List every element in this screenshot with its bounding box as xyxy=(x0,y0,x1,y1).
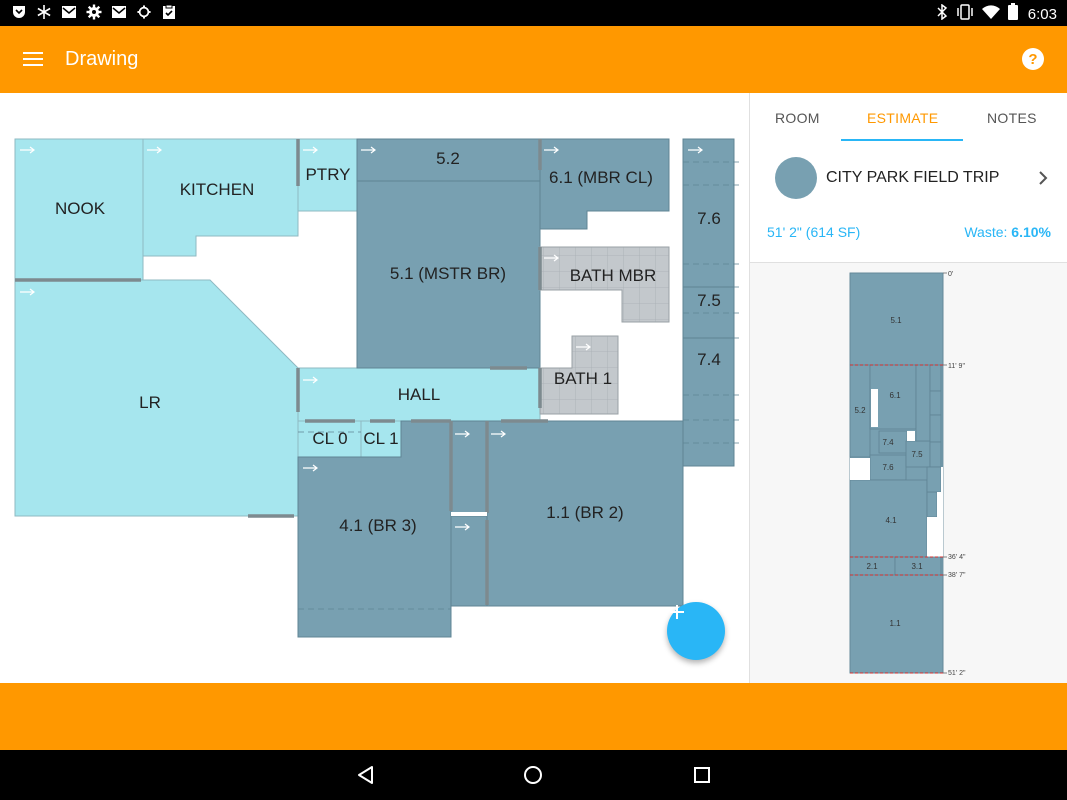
project-selector[interactable]: CITY PARK FIELD TRIP xyxy=(750,148,1067,208)
room-label-bath-1: BATH 1 xyxy=(554,369,612,388)
clipboard-check-icon xyxy=(160,3,177,20)
bluetooth-icon xyxy=(936,3,948,25)
room-label-ptry: PTRY xyxy=(305,165,350,184)
bottom-toolbar xyxy=(0,683,1067,750)
clock: 6:03 xyxy=(1027,5,1057,23)
help-circle-icon[interactable]: ? xyxy=(1021,47,1045,71)
preview-label-7-4: 7.4 xyxy=(882,438,894,447)
room-label-4-1: 4.1 (BR 3) xyxy=(339,516,416,535)
floor-plan-canvas[interactable]: NOOK KITCHEN PTRY 5.2 6.1 (MBR CL) 5.1 (… xyxy=(0,93,749,683)
room-label-hall: HALL xyxy=(398,385,441,404)
room-label-7-4: 7.4 xyxy=(697,350,721,369)
gmail-icon xyxy=(110,3,127,20)
room-label-5-1: 5.1 (MSTR BR) xyxy=(390,264,506,283)
length-summary: 51' 2" (614 SF) xyxy=(767,224,861,240)
chevron-right-icon xyxy=(1038,170,1048,191)
battery-icon xyxy=(1007,3,1018,25)
pocket-icon xyxy=(10,3,27,20)
waste-value: 6.10% xyxy=(1011,224,1051,240)
toolbar-title: Drawing xyxy=(65,48,139,70)
cut-layout-preview[interactable]: 5.1 6.1 5.2 7.4 7.5 7.6 4.1 2.1 3.1 1.1 … xyxy=(750,263,1067,683)
home-icon[interactable] xyxy=(521,763,545,787)
preview-label-7-5: 7.5 xyxy=(911,450,923,459)
preview-label-4-1: 4.1 xyxy=(885,516,897,525)
back-icon[interactable] xyxy=(354,763,378,787)
room-label-lr: LR xyxy=(139,393,161,412)
room-hall-closet-2[interactable] xyxy=(450,515,488,607)
preview-tick-2: 36' 4" xyxy=(948,554,966,561)
side-panel: ROOM ESTIMATE NOTES CITY PARK FIELD TRIP… xyxy=(749,93,1067,683)
status-bar: 6:03 xyxy=(0,0,1067,26)
room-label-7-6: 7.6 xyxy=(697,209,721,228)
notification-icons xyxy=(10,3,177,20)
tab-indicator xyxy=(841,139,963,141)
preview-label-5-2: 5.2 xyxy=(854,406,866,415)
preview-tick-3: 38' 7" xyxy=(948,572,966,579)
preview-label-5-1: 5.1 xyxy=(890,316,902,325)
vibrate-icon xyxy=(956,3,974,25)
preview-tick-1: 11' 9" xyxy=(948,363,965,370)
room-hall-closet[interactable] xyxy=(450,420,488,514)
svg-text:?: ? xyxy=(1028,51,1037,68)
room-label-kitchen: KITCHEN xyxy=(180,180,255,199)
settings-icon xyxy=(85,3,102,20)
project-name: CITY PARK FIELD TRIP xyxy=(826,169,1000,186)
room-label-bath-mbr: BATH MBR xyxy=(570,266,657,285)
preview-tick-4: 51' 2" xyxy=(948,670,966,677)
recents-icon[interactable] xyxy=(690,763,714,787)
wifi-icon xyxy=(981,4,1000,25)
hamburger-menu-icon[interactable] xyxy=(14,40,52,78)
snowflake-icon xyxy=(35,3,52,20)
gmail-icon xyxy=(60,3,77,20)
add-room-button[interactable] xyxy=(667,602,725,660)
preview-label-7-6: 7.6 xyxy=(882,463,894,472)
add-icon xyxy=(670,605,684,619)
tab-room[interactable]: ROOM xyxy=(775,110,820,126)
side-tabs: ROOM ESTIMATE NOTES xyxy=(750,93,1067,143)
project-color-swatch xyxy=(775,157,817,199)
tab-notes[interactable]: NOTES xyxy=(987,110,1037,126)
room-label-7-5: 7.5 xyxy=(697,291,721,310)
waste-summary: Waste: 6.10% xyxy=(964,224,1051,240)
preview-label-6-1: 6.1 xyxy=(889,391,901,400)
preview-label-2-1: 2.1 xyxy=(866,562,878,571)
app-toolbar: Drawing ? xyxy=(0,26,1067,93)
room-label-5-2: 5.2 xyxy=(436,149,460,168)
preview-label-1-1: 1.1 xyxy=(889,619,901,628)
preview-tick-0: 0' xyxy=(948,271,953,278)
room-label-nook: NOOK xyxy=(55,199,106,218)
room-label-6-1: 6.1 (MBR CL) xyxy=(549,168,653,187)
system-icons: 6:03 xyxy=(936,3,1057,25)
room-label-1-1: 1.1 (BR 2) xyxy=(546,503,623,522)
tab-estimate[interactable]: ESTIMATE xyxy=(867,110,938,126)
preview-label-3-1: 3.1 xyxy=(911,562,923,571)
settings-icon xyxy=(135,3,152,20)
room-label-cl0: CL 0 xyxy=(312,429,347,448)
room-label-cl1: CL 1 xyxy=(363,429,398,448)
waste-label: Waste: xyxy=(964,224,1008,240)
system-nav-bar xyxy=(0,750,1067,800)
